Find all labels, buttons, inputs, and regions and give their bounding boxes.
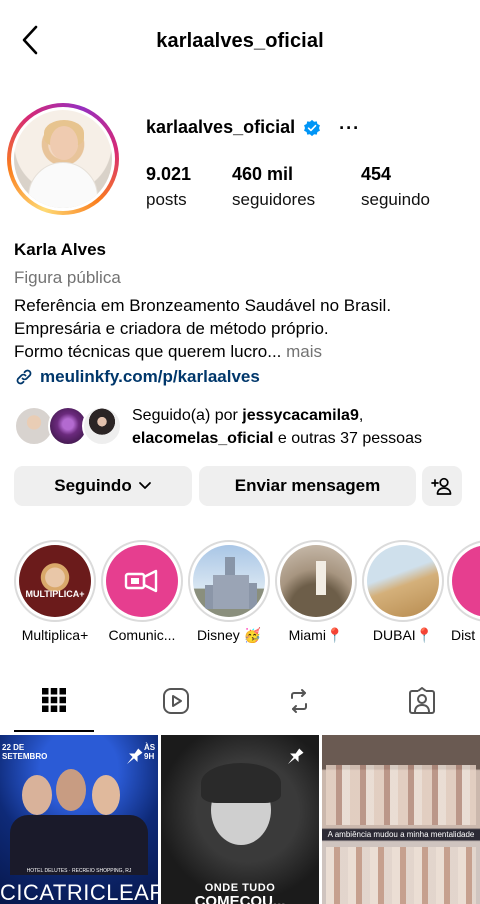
- handle-row: karlaalves_oficial ···: [146, 117, 360, 138]
- tab-reels[interactable]: [116, 683, 236, 733]
- stat-following[interactable]: 454 seguindo: [361, 164, 480, 210]
- more-options-button[interactable]: ···: [339, 119, 360, 137]
- highlight-image: [452, 545, 480, 617]
- profile-category: Figura pública: [14, 268, 121, 287]
- top-bar: karlaalves_oficial: [0, 0, 480, 82]
- profile-link[interactable]: meulinkfy.com/p/karlaalves: [14, 367, 260, 387]
- followed-by-text: Seguido(a) por jessycacamila9, elacomela…: [132, 407, 422, 447]
- bio-more-link[interactable]: mais: [286, 342, 322, 361]
- profile-tabs: [0, 683, 480, 733]
- profile-name: Karla Alves: [14, 240, 106, 259]
- avatar-photo: [14, 110, 112, 208]
- page-title: karlaalves_oficial: [156, 30, 324, 52]
- add-user-button[interactable]: [422, 466, 462, 506]
- chevron-down-icon: [138, 482, 151, 489]
- highlight-image: [280, 545, 352, 617]
- reels-icon: [163, 688, 189, 714]
- highlight-item[interactable]: Miami📍: [273, 540, 359, 644]
- tab-tagged[interactable]: [362, 683, 480, 733]
- grid-icon: [42, 688, 66, 712]
- add-user-icon: [431, 477, 452, 495]
- highlight-item[interactable]: Comunic...: [99, 540, 185, 643]
- highlight-image: MULTIPLICA+: [19, 545, 91, 617]
- repost-icon: [291, 689, 307, 713]
- profile-avatar[interactable]: [7, 103, 119, 215]
- highlight-item[interactable]: DUBAI📍: [360, 540, 446, 644]
- active-tab-indicator: [14, 730, 94, 732]
- profile-handle: karlaalves_oficial: [146, 117, 296, 137]
- highlight-image: [106, 545, 178, 617]
- followed-by[interactable]: Seguido(a) por jessycacamila9, elacomela…: [14, 404, 474, 448]
- highlight-image: [367, 545, 439, 617]
- megaphone-icon: [124, 569, 158, 593]
- stat-followers[interactable]: 460 mil seguidores: [232, 164, 352, 210]
- follower-avatar: [82, 406, 122, 446]
- profile-bio: Referência em Bronzeamento Saudável no B…: [14, 296, 392, 361]
- highlight-item[interactable]: Disney 🥳: [186, 540, 272, 644]
- link-icon: [16, 369, 32, 385]
- send-message-button[interactable]: Enviar mensagem: [199, 466, 416, 506]
- post-grid: 22 DE SETEMBRO ÀS 9H HOTEL DELUTES · REC…: [0, 735, 480, 904]
- highlight-image: [193, 545, 265, 617]
- pin-icon: [126, 748, 143, 765]
- tab-grid[interactable]: [0, 683, 114, 733]
- tab-reposts[interactable]: [239, 683, 359, 733]
- tagged-user-icon: [409, 687, 435, 714]
- story-highlights: MULTIPLICA+ Multiplica+ Comunic... Disne…: [0, 540, 480, 650]
- highlight-item[interactable]: Dist: [447, 540, 480, 643]
- post-thumbnail[interactable]: A ambiência mudou a minha mentalidade: [322, 735, 480, 904]
- post-thumbnail[interactable]: 22 DE SETEMBRO ÀS 9H HOTEL DELUTES · REC…: [0, 735, 158, 904]
- verified-badge-icon: [304, 119, 321, 136]
- highlight-item[interactable]: MULTIPLICA+ Multiplica+: [12, 540, 98, 643]
- following-button[interactable]: Seguindo: [14, 466, 192, 506]
- pin-icon: [287, 748, 304, 765]
- post-thumbnail[interactable]: ONDE TUDO COMEÇOU...: [161, 735, 319, 904]
